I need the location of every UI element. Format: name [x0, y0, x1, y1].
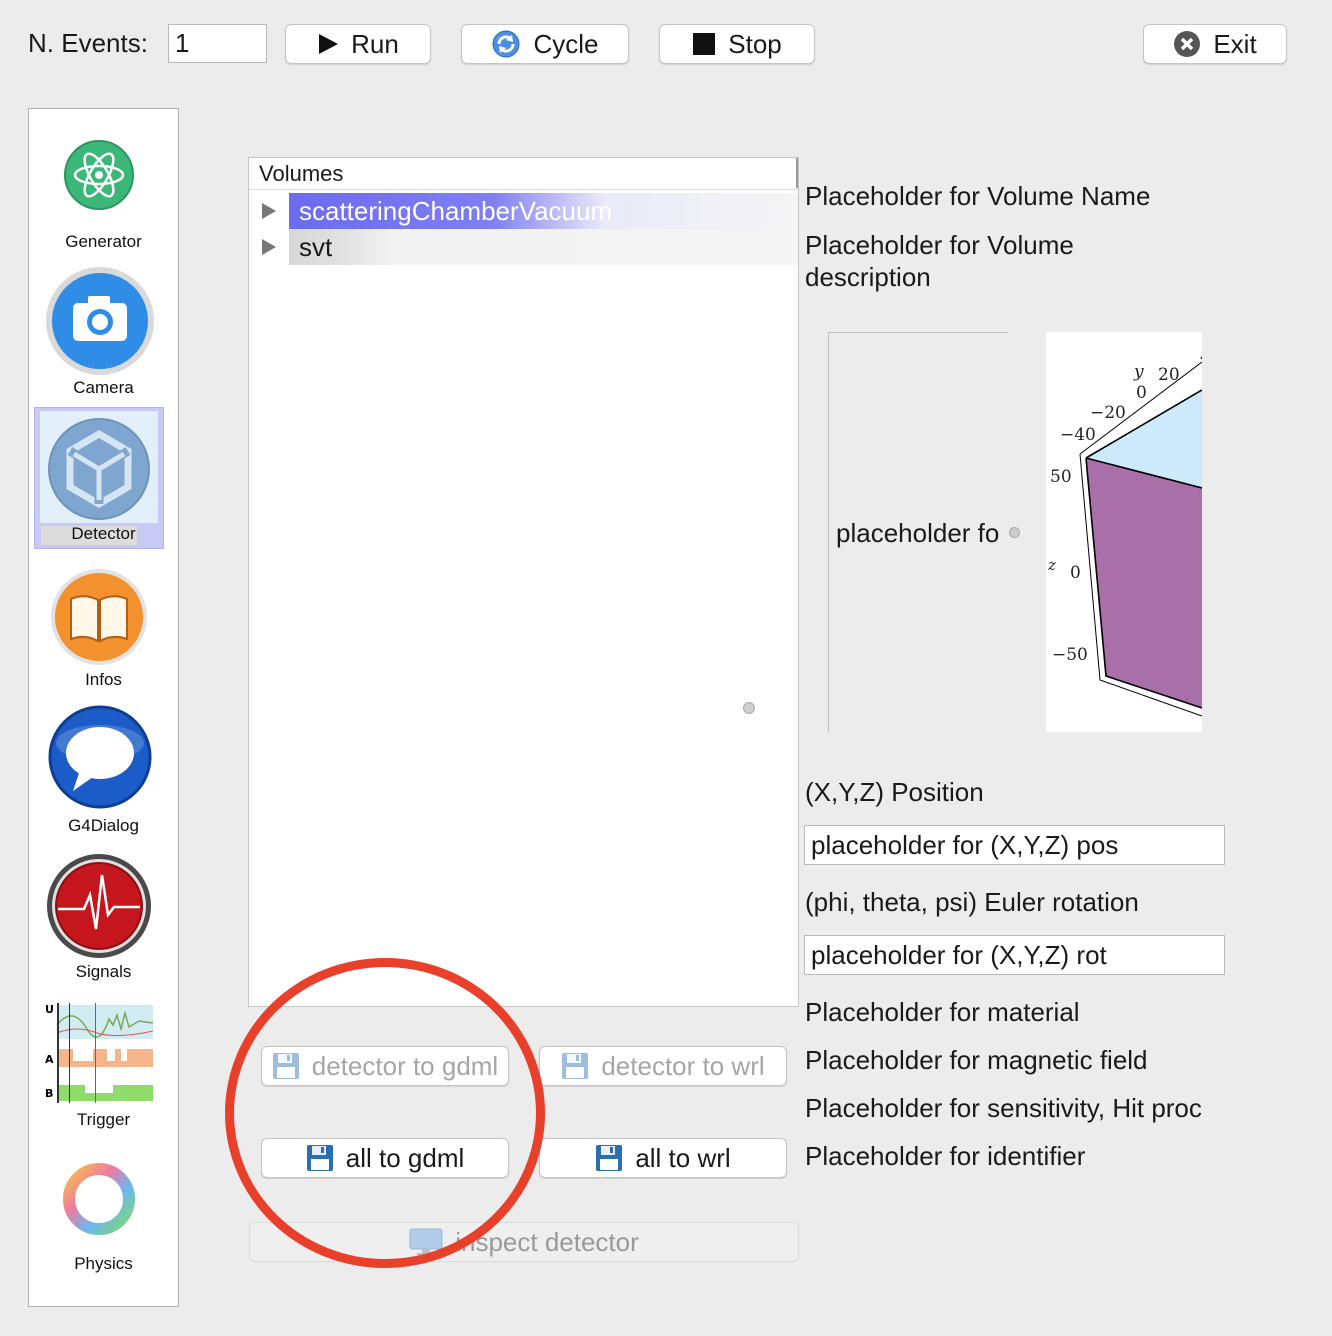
detector-to-gdml-button[interactable]: detector to gdml: [261, 1046, 509, 1086]
detector-to-wrl-label: detector to wrl: [601, 1050, 765, 1081]
identifier-label: Placeholder for identifier: [805, 1141, 1086, 1171]
events-input[interactable]: 1: [168, 24, 267, 63]
cycle-label: Cycle: [533, 28, 599, 59]
sidebar-item-label: Camera: [73, 378, 134, 397]
run-button[interactable]: Run: [285, 24, 431, 64]
exit-button[interactable]: Exit: [1143, 24, 1287, 64]
y-tick: −20: [1090, 403, 1126, 423]
tree-row[interactable]: scatteringChamberVacuum: [249, 193, 798, 229]
sidebar: Generator Camera Detector Infos G4Dialog…: [28, 108, 179, 1307]
volume-name: Placeholder for Volume Name: [805, 181, 1151, 211]
sidebar-item-label: Signals: [75, 962, 132, 981]
sidebar-item-label: Generator: [65, 232, 142, 251]
sidebar-item-g4dialog[interactable]: G4Dialog: [29, 697, 178, 843]
exit-label: Exit: [1213, 28, 1257, 59]
y-tick: 20: [1158, 365, 1180, 385]
material-label: Placeholder for material: [805, 997, 1080, 1027]
sidebar-item-label: Physics: [74, 1254, 133, 1273]
sidebar-item-label: Infos: [85, 670, 122, 689]
sidebar-item-camera[interactable]: Camera: [29, 259, 178, 405]
all-to-gdml-button[interactable]: all to gdml: [261, 1138, 509, 1178]
unity-cube-icon: [48, 418, 150, 520]
position-input[interactable]: placeholder for (X,Y,Z) pos: [804, 825, 1225, 865]
sidebar-item-detector[interactable]: Detector: [29, 407, 178, 549]
picture-placeholder-text: placeholder fo: [836, 518, 1000, 548]
sidebar-item-label: G4Dialog: [68, 816, 139, 835]
picture-handle: [1009, 527, 1020, 538]
volume-picture-placeholder: placeholder fo: [828, 332, 1020, 732]
close-circle-icon: [1174, 31, 1201, 57]
z-tick: 50: [1050, 467, 1072, 487]
book-icon: [51, 569, 147, 665]
rotation-input[interactable]: placeholder for (X,Y,Z) rot: [804, 935, 1225, 975]
inspect-detector-label: inspect detector: [455, 1226, 639, 1257]
z-tick: −50: [1052, 645, 1088, 665]
svg-text:A: A: [45, 1053, 54, 1066]
all-to-wrl-label: all to wrl: [635, 1142, 731, 1173]
sensitivity-label: Placeholder for sensitivity, Hit proc: [805, 1093, 1202, 1123]
detector-to-wrl-button[interactable]: detector to wrl: [539, 1046, 787, 1086]
position-label: (X,Y,Z) Position: [805, 777, 984, 807]
detector-3d-plot: 40 20 0 −20 −40 y 50 0 −50 z: [1046, 332, 1202, 732]
volume-description: Placeholder for Volume description: [805, 230, 1074, 292]
y-tick: 40: [1200, 347, 1202, 367]
detector-to-gdml-label: detector to gdml: [311, 1050, 499, 1081]
magnetic-field-label: Placeholder for magnetic field: [805, 1045, 1148, 1075]
cycle-button[interactable]: Cycle: [461, 24, 629, 64]
floppy-disk-icon: [306, 1145, 333, 1171]
all-to-gdml-label: all to gdml: [345, 1142, 465, 1173]
sidebar-item-label: Trigger: [76, 1110, 131, 1129]
sidebar-item-physics[interactable]: Physics: [29, 1137, 178, 1283]
camera-icon: [46, 267, 154, 375]
y-tick: 0: [1136, 383, 1147, 403]
inspect-detector-button[interactable]: inspect detector: [249, 1222, 799, 1262]
atom-icon: [64, 140, 134, 210]
color-ring-icon: [63, 1163, 135, 1235]
refresh-icon: [492, 30, 520, 58]
y-tick: −40: [1060, 425, 1096, 445]
rotation-label: (phi, theta, psi) Euler rotation: [805, 887, 1139, 917]
monitor-icon: [409, 1228, 443, 1255]
stop-button[interactable]: Stop: [659, 24, 815, 64]
sidebar-item-trigger[interactable]: U A B Trigger: [29, 991, 178, 1137]
heartbeat-icon: [47, 854, 151, 958]
floppy-disk-icon: [272, 1053, 299, 1079]
tree-row-label: svt: [289, 229, 798, 265]
tree-header: Volumes: [249, 158, 798, 190]
y-axis-label: y: [1133, 362, 1144, 382]
volumes-tree[interactable]: Volumes scatteringChamberVacuum svt: [248, 157, 799, 1007]
expand-arrow-icon[interactable]: [249, 239, 289, 255]
expand-arrow-icon[interactable]: [249, 203, 289, 219]
run-label: Run: [351, 28, 399, 59]
sidebar-item-label: Detector: [71, 524, 136, 543]
tree-row-label: scatteringChamberVacuum: [289, 193, 798, 229]
events-label: N. Events:: [28, 28, 148, 58]
tree-row[interactable]: svt: [249, 229, 798, 265]
z-axis-label: z: [1047, 556, 1056, 574]
trigger-waveform-icon: U A B: [45, 1003, 154, 1103]
sidebar-item-signals[interactable]: Signals: [29, 843, 178, 989]
sidebar-item-generator[interactable]: Generator: [29, 109, 178, 259]
floppy-disk-icon: [562, 1053, 589, 1079]
stop-icon: [693, 33, 716, 55]
floppy-disk-icon: [596, 1145, 623, 1171]
svg-text:B: B: [45, 1087, 53, 1100]
sidebar-item-infos[interactable]: Infos: [29, 551, 178, 697]
play-icon: [319, 34, 339, 54]
all-to-wrl-button[interactable]: all to wrl: [539, 1138, 787, 1178]
z-tick: 0: [1070, 563, 1081, 583]
svg-text:U: U: [45, 1003, 54, 1016]
chat-bubble-icon: [48, 705, 152, 809]
scroll-dot: [743, 702, 755, 714]
stop-label: Stop: [728, 28, 782, 59]
